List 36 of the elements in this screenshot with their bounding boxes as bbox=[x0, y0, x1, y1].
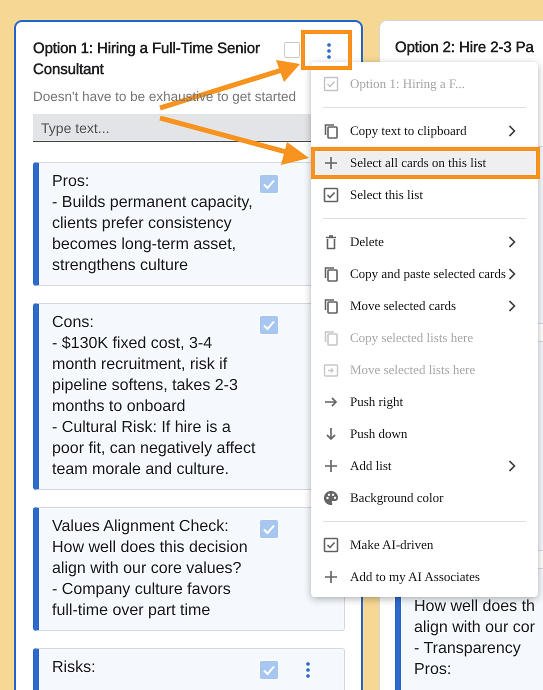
copy-icon bbox=[323, 123, 339, 139]
card-checkbox[interactable] bbox=[260, 520, 278, 538]
card-text: Values Alignment Check: How well does this decision align with our core values? - Company culture favors full-time over part time bbox=[52, 517, 249, 621]
list-title: Option 2: Hire 2-3 Pa bbox=[395, 38, 535, 58]
menu-item[interactable]: Move selected cards bbox=[311, 290, 538, 322]
menu-item[interactable]: Delete bbox=[311, 226, 538, 258]
card-text: Cons: - $130K fixed cost, 3-4 month recruitment, risk if pipeline softens, takes 2-3 months to onboard - Cultural Risk: If hire is a poor fit, can negatively affect team morale and culture. bbox=[52, 313, 256, 480]
card-text: How well does th align with our cor - Transparency Pros: bbox=[414, 597, 536, 680]
list-checkbox[interactable] bbox=[284, 42, 300, 58]
copy-icon bbox=[323, 298, 339, 314]
checkbox-icon bbox=[323, 537, 339, 553]
card-checkbox[interactable] bbox=[260, 175, 278, 193]
trash-icon bbox=[323, 234, 339, 250]
menu-item[interactable]: Select this list bbox=[311, 179, 538, 211]
palette-icon bbox=[323, 490, 339, 506]
card-text: Pros: - Builds permanent capacity, clients prefer consistency becomes long-term asset, strengthens culture bbox=[52, 172, 254, 276]
menu-item[interactable]: Push down bbox=[311, 418, 538, 450]
menu-item[interactable]: Push right bbox=[311, 386, 538, 418]
checkbox-icon bbox=[323, 187, 339, 203]
menu-item[interactable]: Make AI-driven bbox=[311, 529, 538, 561]
card-checkbox[interactable] bbox=[260, 661, 278, 679]
menu-header: Option 1: Hiring a F... bbox=[350, 76, 465, 92]
card-checkbox[interactable] bbox=[260, 316, 278, 334]
menu-item[interactable]: Copy and paste selected cards bbox=[311, 258, 538, 290]
menu-item[interactable]: Background color bbox=[311, 482, 538, 514]
plus-icon bbox=[323, 458, 339, 474]
list-title: Option 1: Hiring a Full-Time Senior Consultant bbox=[33, 39, 261, 80]
copy-icon bbox=[323, 266, 339, 282]
plus-icon bbox=[323, 155, 339, 171]
card-text: Risks: bbox=[52, 658, 97, 678]
copy-icon bbox=[323, 330, 339, 346]
checkbox-icon bbox=[323, 76, 339, 92]
menu-item[interactable]: Add list bbox=[311, 450, 538, 482]
highlight-frame bbox=[301, 30, 352, 70]
menu-item[interactable]: Add to my AI Associates bbox=[311, 561, 538, 593]
plus-icon bbox=[323, 569, 339, 585]
